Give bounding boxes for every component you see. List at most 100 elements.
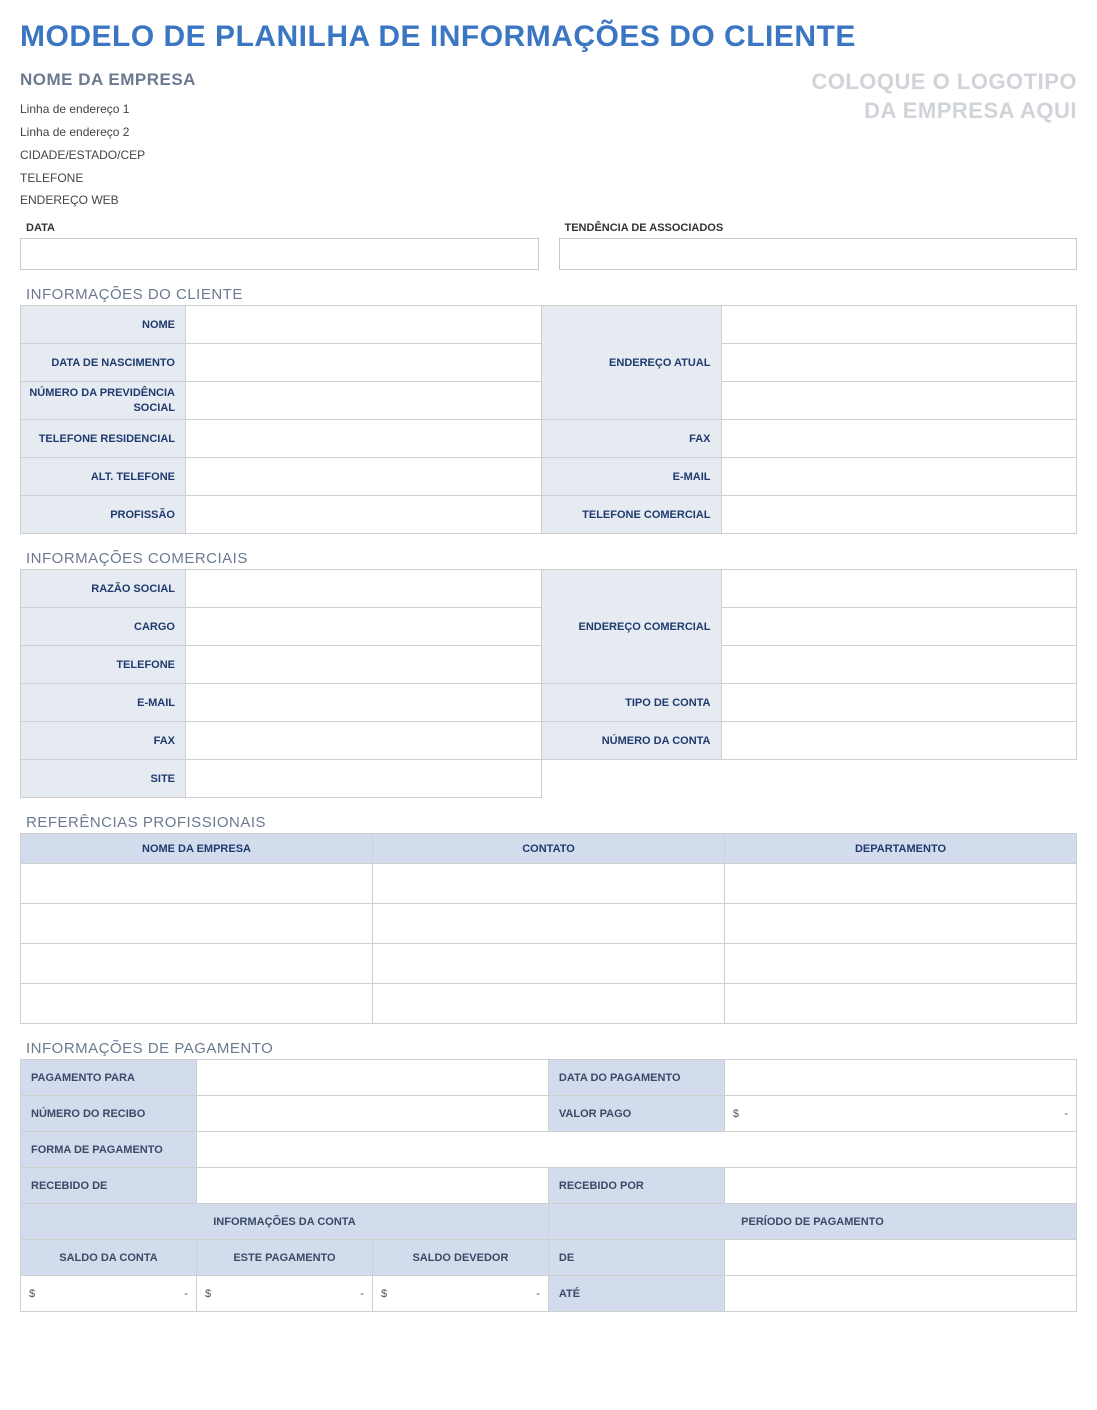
biz-addr-input-2[interactable] xyxy=(721,608,1077,646)
date-input[interactable] xyxy=(20,238,539,270)
received-from-input[interactable] xyxy=(196,1168,548,1204)
receipt-no-label: NÚMERO DO RECIBO xyxy=(21,1096,197,1132)
refs-cell[interactable] xyxy=(21,944,373,984)
biz-fax-input[interactable] xyxy=(186,722,542,760)
business-table: RAZÃO SOCIAL ENDEREÇO COMERCIAL CARGO TE… xyxy=(20,569,1077,798)
receipt-no-input[interactable] xyxy=(196,1096,548,1132)
refs-cell[interactable] xyxy=(21,904,373,944)
client-dob-input[interactable] xyxy=(186,344,542,382)
client-addr-input-1[interactable] xyxy=(721,306,1077,344)
currency-symbol: $ xyxy=(733,1108,739,1120)
currency-symbol: $ xyxy=(205,1288,211,1300)
company-phone: TELEFONE xyxy=(20,167,196,190)
refs-cell[interactable] xyxy=(725,944,1077,984)
balance-due-input[interactable]: $- xyxy=(372,1276,548,1312)
period-from-label: DE xyxy=(548,1240,724,1276)
refs-cell[interactable] xyxy=(373,904,725,944)
refs-cell[interactable] xyxy=(373,984,725,1024)
client-name-input[interactable] xyxy=(186,306,542,344)
biz-name-label: RAZÃO SOCIAL xyxy=(21,570,186,608)
client-addr-label: ENDEREÇO ATUAL xyxy=(541,306,721,420)
biz-acctnum-label: NÚMERO DA CONTA xyxy=(541,722,721,760)
biz-accttype-input[interactable] xyxy=(721,684,1077,722)
currency-symbol: $ xyxy=(29,1288,35,1300)
assoc-label: TENDÊNCIA DE ASSOCIADOS xyxy=(559,220,1078,238)
currency-symbol: $ xyxy=(381,1288,387,1300)
pay-date-input[interactable] xyxy=(724,1060,1076,1096)
biz-email-label: E-MAIL xyxy=(21,684,186,722)
biz-addr-input-1[interactable] xyxy=(721,570,1077,608)
client-name-label: NOME xyxy=(21,306,186,344)
company-web: ENDEREÇO WEB xyxy=(20,189,196,212)
period-to-label: ATÉ xyxy=(548,1276,724,1312)
biz-addr-label: ENDEREÇO COMERCIAL xyxy=(541,570,721,684)
biz-accttype-label: TIPO DE CONTA xyxy=(541,684,721,722)
biz-name-input[interactable] xyxy=(186,570,542,608)
refs-table: NOME DA EMPRESA CONTATO DEPARTAMENTO xyxy=(20,833,1077,1024)
received-by-label: RECEBIDO POR xyxy=(548,1168,724,1204)
client-homephone-input[interactable] xyxy=(186,420,542,458)
biz-email-input[interactable] xyxy=(186,684,542,722)
logo-line2: DA EMPRESA AQUI xyxy=(811,97,1077,126)
company-addr2: Linha de endereço 2 xyxy=(20,121,196,144)
section-refs-title: REFERÊNCIAS PROFISSIONAIS xyxy=(26,814,1077,831)
logo-line1: COLOQUE O LOGOTIPO xyxy=(811,68,1077,97)
client-workphone-label: TELEFONE COMERCIAL xyxy=(541,496,721,534)
balance-due-label: SALDO DEVEDOR xyxy=(372,1240,548,1276)
date-label: DATA xyxy=(20,220,539,238)
logo-placeholder: COLOQUE O LOGOTIPO DA EMPRESA AQUI xyxy=(811,64,1077,125)
biz-addr-input-3[interactable] xyxy=(721,646,1077,684)
value-dash: - xyxy=(536,1288,540,1300)
company-city: CIDADE/ESTADO/CEP xyxy=(20,144,196,167)
pay-period-header: PERÍODO DE PAGAMENTO xyxy=(548,1204,1076,1240)
assoc-input[interactable] xyxy=(559,238,1078,270)
biz-role-input[interactable] xyxy=(186,608,542,646)
refs-cell[interactable] xyxy=(373,944,725,984)
section-client-title: INFORMAÇÕES DO CLIENTE xyxy=(26,286,1077,303)
client-profession-label: PROFISSÃO xyxy=(21,496,186,534)
company-name-label: NOME DA EMPRESA xyxy=(20,64,196,96)
client-email-input[interactable] xyxy=(721,458,1077,496)
method-input[interactable] xyxy=(196,1132,1076,1168)
client-addr-input-2[interactable] xyxy=(721,344,1077,382)
page-title: MODELO DE PLANILHA DE INFORMAÇÕES DO CLI… xyxy=(20,20,1077,54)
company-block: NOME DA EMPRESA Linha de endereço 1 Linh… xyxy=(20,64,196,212)
client-email-label: E-MAIL xyxy=(541,458,721,496)
refs-cell[interactable] xyxy=(21,984,373,1024)
period-from-input[interactable] xyxy=(724,1240,1076,1276)
refs-cell[interactable] xyxy=(725,984,1077,1024)
biz-acctnum-input[interactable] xyxy=(721,722,1077,760)
this-payment-label: ESTE PAGAMENTO xyxy=(196,1240,372,1276)
biz-site-label: SITE xyxy=(21,760,186,798)
this-payment-input[interactable]: $- xyxy=(196,1276,372,1312)
acct-balance-input[interactable]: $- xyxy=(21,1276,197,1312)
client-ssn-label: NÚMERO DA PREVIDÊNCIA SOCIAL xyxy=(21,382,186,420)
client-altphone-label: ALT. TELEFONE xyxy=(21,458,186,496)
refs-cell[interactable] xyxy=(373,864,725,904)
refs-col-contact: CONTATO xyxy=(373,834,725,864)
client-profession-input[interactable] xyxy=(186,496,542,534)
company-addr1: Linha de endereço 1 xyxy=(20,98,196,121)
client-altphone-input[interactable] xyxy=(186,458,542,496)
received-from-label: RECEBIDO DE xyxy=(21,1168,197,1204)
value-dash: - xyxy=(1064,1108,1068,1120)
client-homephone-label: TELEFONE RESIDENCIAL xyxy=(21,420,186,458)
client-ssn-input[interactable] xyxy=(186,382,542,420)
section-business-title: INFORMAÇÕES COMERCIAIS xyxy=(26,550,1077,567)
client-workphone-input[interactable] xyxy=(721,496,1077,534)
acct-info-header: INFORMAÇÕES DA CONTA xyxy=(21,1204,549,1240)
biz-phone-input[interactable] xyxy=(186,646,542,684)
refs-cell[interactable] xyxy=(725,904,1077,944)
amount-paid-input[interactable]: $- xyxy=(724,1096,1076,1132)
client-table: NOME ENDEREÇO ATUAL DATA DE NASCIMENTO N… xyxy=(20,305,1077,534)
client-fax-label: FAX xyxy=(541,420,721,458)
client-addr-input-3[interactable] xyxy=(721,382,1077,420)
biz-site-input[interactable] xyxy=(186,760,542,798)
received-by-input[interactable] xyxy=(724,1168,1076,1204)
refs-cell[interactable] xyxy=(725,864,1077,904)
value-dash: - xyxy=(184,1288,188,1300)
pay-to-input[interactable] xyxy=(196,1060,548,1096)
refs-cell[interactable] xyxy=(21,864,373,904)
period-to-input[interactable] xyxy=(724,1276,1076,1312)
client-fax-input[interactable] xyxy=(721,420,1077,458)
